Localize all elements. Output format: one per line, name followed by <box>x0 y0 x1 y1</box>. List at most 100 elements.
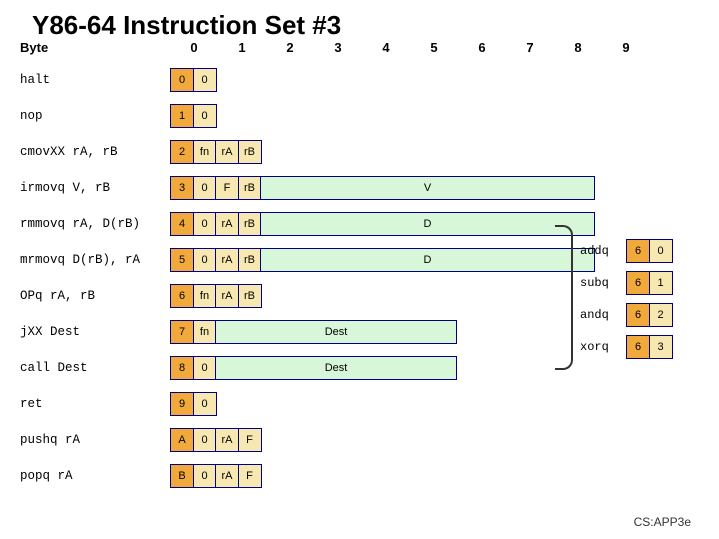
byte-cell: fn <box>193 284 217 308</box>
byte-cell: A <box>170 428 194 452</box>
mnemonic: pushq rA <box>20 433 170 447</box>
byte-col: 9 <box>602 40 650 55</box>
byte-cell: rA <box>215 464 239 488</box>
byte-cell: rA <box>215 284 239 308</box>
op-name: xorq <box>580 340 626 354</box>
byte-cell: 0 <box>193 464 217 488</box>
instruction-row: ret90 <box>20 386 595 422</box>
byte-cell: fn <box>193 320 217 344</box>
byte-col: 3 <box>314 40 362 55</box>
op-name: andq <box>580 308 626 322</box>
byte-col: 7 <box>506 40 554 55</box>
byte-col: 1 <box>218 40 266 55</box>
page-title: Y86-64 Instruction Set #3 <box>32 10 699 41</box>
byte-label: Byte <box>20 40 170 55</box>
byte-cell: rB <box>238 176 262 200</box>
byte-col: 2 <box>266 40 314 55</box>
instruction-row: nop10 <box>20 98 595 134</box>
byte-cell: rB <box>238 284 262 308</box>
mnemonic: call Dest <box>20 361 170 375</box>
byte-col: 8 <box>554 40 602 55</box>
byte-cell: 0 <box>193 248 217 272</box>
instruction-row: jXX Dest7fnDest <box>20 314 595 350</box>
byte-cell: rA <box>215 212 239 236</box>
op-name: addq <box>580 244 626 258</box>
byte-cell: rB <box>238 248 262 272</box>
instruction-row: OPq rA, rB6fnrArB <box>20 278 595 314</box>
mnemonic: rmmovq rA, D(rB) <box>20 217 170 231</box>
op-row: andq62 <box>580 299 673 331</box>
byte-cell: 4 <box>170 212 194 236</box>
op-name: subq <box>580 276 626 290</box>
byte-cell: rA <box>215 248 239 272</box>
mnemonic: popq rA <box>20 469 170 483</box>
byte-cell: 7 <box>170 320 194 344</box>
wide-field: D <box>260 248 595 272</box>
instruction-row: mrmovq D(rB), rA50rArBD <box>20 242 595 278</box>
mnemonic: OPq rA, rB <box>20 289 170 303</box>
byte-cell: 0 <box>193 392 217 416</box>
byte-cell: 5 <box>170 248 194 272</box>
byte-cell: 0 <box>193 356 217 380</box>
byte-cell: 6 <box>170 284 194 308</box>
byte-cell: 6 <box>626 303 650 327</box>
byte-header: Byte 0 1 2 3 4 5 6 7 8 9 <box>20 40 650 55</box>
byte-cell: fn <box>193 140 217 164</box>
byte-cell: F <box>238 428 262 452</box>
byte-cell: 3 <box>649 335 673 359</box>
op-table: addq60subq61andq62xorq63 <box>580 235 673 363</box>
instruction-table: halt00nop10cmovXX rA, rB2fnrArBirmovq V,… <box>20 62 595 494</box>
wide-field: V <box>260 176 595 200</box>
wide-field: Dest <box>215 320 457 344</box>
brace-icon <box>555 225 573 370</box>
byte-cell: 0 <box>193 212 217 236</box>
byte-cell: F <box>215 176 239 200</box>
instruction-row: pushq rAA0rAF <box>20 422 595 458</box>
mnemonic: cmovXX rA, rB <box>20 145 170 159</box>
instruction-row: popq rAB0rAF <box>20 458 595 494</box>
byte-col: 5 <box>410 40 458 55</box>
byte-cell: rA <box>215 428 239 452</box>
byte-cell: 1 <box>170 104 194 128</box>
byte-cell: 8 <box>170 356 194 380</box>
byte-cell: 0 <box>193 68 217 92</box>
byte-cell: 1 <box>649 271 673 295</box>
byte-col: 0 <box>170 40 218 55</box>
mnemonic: nop <box>20 109 170 123</box>
instruction-row: halt00 <box>20 62 595 98</box>
mnemonic: mrmovq D(rB), rA <box>20 253 170 267</box>
byte-cell: 6 <box>626 271 650 295</box>
byte-cell: 2 <box>649 303 673 327</box>
byte-cell: rB <box>238 212 262 236</box>
instruction-row: call Dest80Dest <box>20 350 595 386</box>
mnemonic: halt <box>20 73 170 87</box>
wide-field: Dest <box>215 356 457 380</box>
byte-cell: 0 <box>649 239 673 263</box>
instruction-row: rmmovq rA, D(rB)40rArBD <box>20 206 595 242</box>
byte-cell: 0 <box>193 104 217 128</box>
byte-cell: 2 <box>170 140 194 164</box>
byte-cell: 0 <box>170 68 194 92</box>
footer-text: CS:APP3e <box>634 515 691 529</box>
byte-cell: 0 <box>193 176 217 200</box>
byte-col: 4 <box>362 40 410 55</box>
mnemonic: ret <box>20 397 170 411</box>
byte-cell: 6 <box>626 239 650 263</box>
op-row: xorq63 <box>580 331 673 363</box>
op-row: addq60 <box>580 235 673 267</box>
mnemonic: jXX Dest <box>20 325 170 339</box>
byte-cell: rB <box>238 140 262 164</box>
mnemonic: irmovq V, rB <box>20 181 170 195</box>
instruction-row: irmovq V, rB30FrBV <box>20 170 595 206</box>
byte-col: 6 <box>458 40 506 55</box>
op-row: subq61 <box>580 267 673 299</box>
byte-cell: 9 <box>170 392 194 416</box>
byte-cell: 3 <box>170 176 194 200</box>
wide-field: D <box>260 212 595 236</box>
byte-cell: 0 <box>193 428 217 452</box>
byte-cell: F <box>238 464 262 488</box>
instruction-row: cmovXX rA, rB2fnrArB <box>20 134 595 170</box>
byte-cell: 6 <box>626 335 650 359</box>
byte-cell: B <box>170 464 194 488</box>
byte-cell: rA <box>215 140 239 164</box>
